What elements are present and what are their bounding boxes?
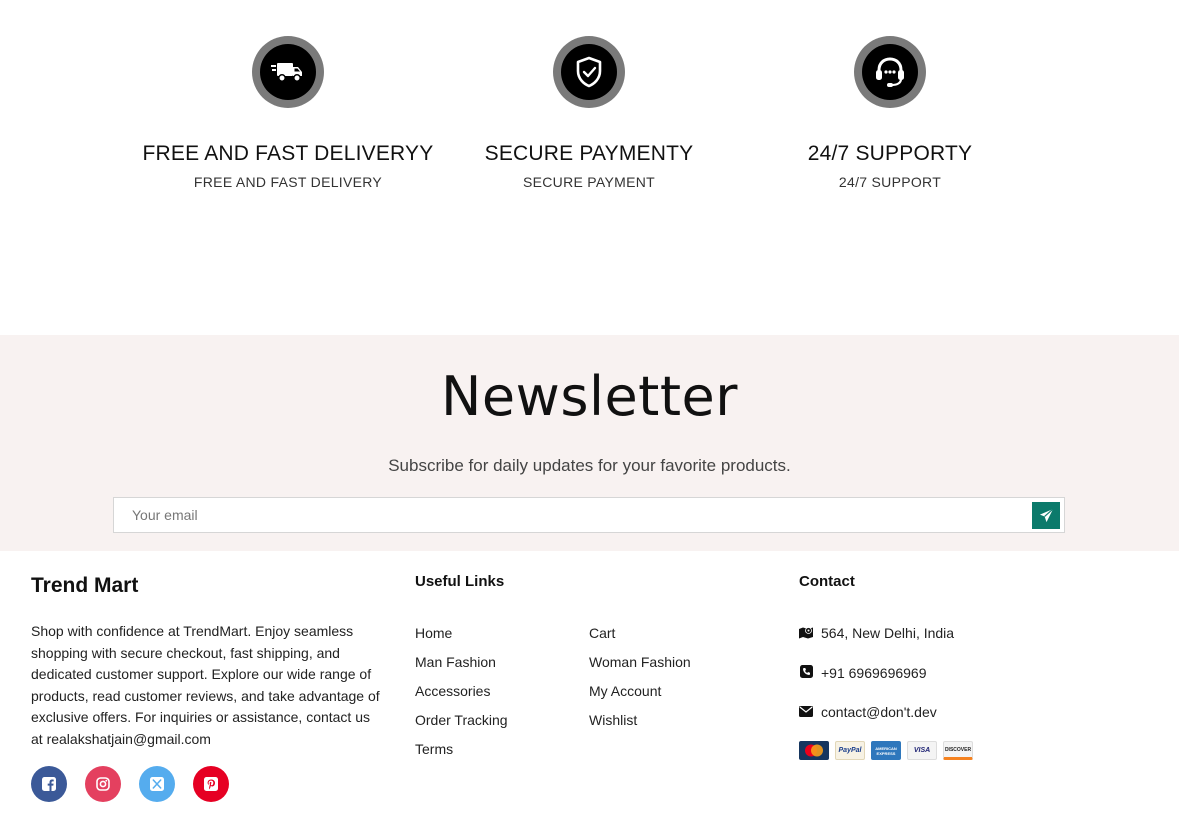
visa-icon: VISA — [907, 741, 937, 760]
email-input[interactable] — [114, 498, 1014, 532]
footer-link-accessories[interactable]: Accessories — [415, 683, 508, 712]
useful-links-title: Useful Links — [415, 573, 505, 590]
feature-icon-ring — [252, 36, 324, 108]
footer-link-woman-fashion[interactable]: Woman Fashion — [589, 654, 691, 683]
feature-icon-ring — [854, 36, 926, 108]
feature-delivery: FREE AND FAST DELIVERYY FREE AND FAST DE… — [138, 36, 438, 190]
mastercard-icon — [799, 741, 829, 760]
truck-icon — [271, 63, 302, 82]
payment-methods: PayPal AMERICAN EXPRESS VISA DISCOVER — [799, 741, 973, 760]
contact-email-text: contact@don't.dev — [821, 704, 937, 720]
feature-subtitle: 24/7 SUPPORT — [838, 174, 942, 190]
contact-address: 564, New Delhi, India — [799, 625, 954, 665]
feature-title: FREE AND FAST DELIVERYY — [142, 142, 434, 165]
feature-title: SECURE PAYMENTY — [484, 142, 694, 165]
feature-icon-ring — [553, 36, 625, 108]
footer-link-order-tracking[interactable]: Order Tracking — [415, 712, 508, 741]
amex-icon: AMERICAN EXPRESS — [871, 741, 901, 760]
phone-icon — [799, 665, 813, 678]
social-links — [31, 766, 229, 802]
instagram-icon — [96, 777, 110, 791]
newsletter-title: Newsletter — [441, 365, 738, 428]
contact-title: Contact — [799, 573, 855, 590]
headset-icon — [876, 57, 904, 87]
features-section: FREE AND FAST DELIVERYY FREE AND FAST DE… — [0, 0, 1179, 335]
newsletter-section: Newsletter Subscribe for daily updates f… — [0, 335, 1179, 551]
discover-icon: DISCOVER — [943, 741, 973, 760]
feature-title: 24/7 SUPPORTY — [807, 142, 973, 165]
footer-about: Shop with confidence at TrendMart. Enjoy… — [31, 623, 380, 747]
useful-links-col1: Home Man Fashion Accessories Order Track… — [415, 625, 508, 770]
contact-list: 564, New Delhi, India +91 6969696969 con… — [799, 625, 954, 744]
newsletter-form — [113, 497, 1065, 533]
instagram-link[interactable] — [85, 766, 121, 802]
feature-support: 24/7 SUPPORTY 24/7 SUPPORT — [740, 36, 1040, 190]
paper-plane-icon — [1039, 508, 1053, 523]
footer-link-cart[interactable]: Cart — [589, 625, 691, 654]
footer-link-my-account[interactable]: My Account — [589, 683, 691, 712]
pinterest-icon — [204, 777, 218, 791]
pinterest-link[interactable] — [193, 766, 229, 802]
x-twitter-icon — [150, 777, 164, 791]
facebook-link[interactable] — [31, 766, 67, 802]
shield-check-icon — [576, 56, 602, 88]
contact-email: contact@don't.dev — [799, 704, 954, 744]
useful-links-col2: Cart Woman Fashion My Account Wishlist — [589, 625, 691, 741]
contact-address-text: 564, New Delhi, India — [821, 625, 955, 641]
footer-link-man-fashion[interactable]: Man Fashion — [415, 654, 508, 683]
feature-subtitle: SECURE PAYMENT — [522, 174, 656, 190]
site-footer: Trend Mart Shop with confidence at Trend… — [0, 551, 1179, 814]
subscribe-button[interactable] — [1032, 502, 1060, 529]
x-twitter-link[interactable] — [139, 766, 175, 802]
footer-link-wishlist[interactable]: Wishlist — [589, 712, 691, 741]
contact-phone-text: +91 6969696969 — [821, 664, 927, 681]
contact-phone: +91 6969696969 — [799, 665, 954, 705]
newsletter-lead: Subscribe for daily updates for your fav… — [388, 456, 791, 475]
envelope-icon — [799, 705, 813, 717]
map-icon — [799, 626, 813, 638]
footer-link-home[interactable]: Home — [415, 625, 508, 654]
paypal-icon: PayPal — [835, 741, 865, 760]
feature-payment: SECURE PAYMENTY SECURE PAYMENT — [439, 36, 739, 190]
footer-brand: Trend Mart — [31, 574, 139, 597]
footer-link-terms[interactable]: Terms — [415, 741, 508, 770]
feature-subtitle: FREE AND FAST DELIVERY — [193, 174, 383, 190]
facebook-icon — [42, 777, 56, 791]
